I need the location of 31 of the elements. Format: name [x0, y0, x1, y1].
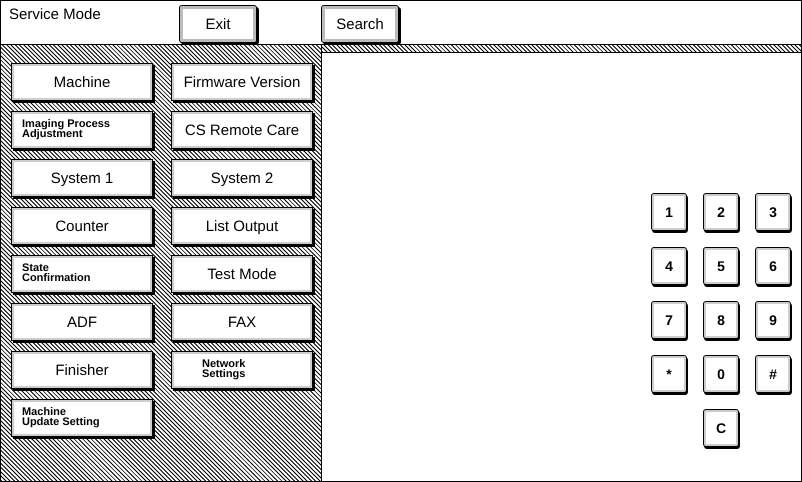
keypad-key[interactable]: 1 [651, 193, 687, 231]
search-button[interactable]: Search [321, 5, 399, 43]
menu-button[interactable]: Firmware Version [171, 63, 313, 101]
screen-title: Service Mode [9, 6, 102, 23]
keypad-key[interactable]: 5 [703, 247, 739, 285]
menu-button[interactable]: Network Settings [171, 351, 313, 389]
keypad-key[interactable]: 6 [755, 247, 791, 285]
menu-button[interactable]: Machine [11, 63, 153, 101]
keypad-key[interactable]: 9 [755, 301, 791, 339]
menu-button[interactable]: Finisher [11, 351, 153, 389]
keypad-key[interactable]: 7 [651, 301, 687, 339]
menu-button[interactable]: System 1 [11, 159, 153, 197]
menu-button[interactable]: System 2 [171, 159, 313, 197]
keypad-key[interactable]: * [651, 355, 687, 393]
menu-button[interactable]: Test Mode [171, 255, 313, 293]
keypad-key[interactable]: 4 [651, 247, 687, 285]
menu-button[interactable]: Imaging Process Adjustment [11, 111, 153, 149]
menu-button[interactable]: ADF [11, 303, 153, 341]
keypad-key[interactable]: C [703, 409, 739, 447]
menu-button[interactable]: FAX [171, 303, 313, 341]
menu-button[interactable]: List Output [171, 207, 313, 245]
menu-button[interactable]: Counter [11, 207, 153, 245]
menu-button[interactable]: Machine Update Setting [11, 399, 153, 437]
keypad-key[interactable]: 2 [703, 193, 739, 231]
keypad-key[interactable]: 3 [755, 193, 791, 231]
keypad-key[interactable]: # [755, 355, 791, 393]
keypad-key[interactable]: 0 [703, 355, 739, 393]
keypad-key[interactable]: 8 [703, 301, 739, 339]
menu-button[interactable]: CS Remote Care [171, 111, 313, 149]
menu-button[interactable]: State Confirmation [11, 255, 153, 293]
exit-button[interactable]: Exit [179, 5, 257, 43]
